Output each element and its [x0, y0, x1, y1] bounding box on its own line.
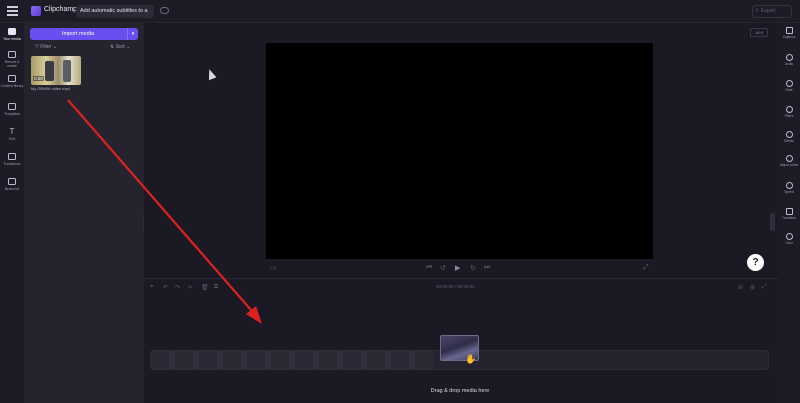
menu-icon[interactable]: [7, 6, 18, 16]
panel-item-filters[interactable]: Filters: [778, 106, 800, 118]
clipchamp-logo-icon: [31, 6, 41, 16]
panel-item-speed[interactable]: Speed: [778, 182, 800, 194]
transitions-icon: [8, 153, 16, 160]
fullscreen-icon[interactable]: ⤢: [643, 264, 649, 272]
filter-button[interactable]: ▽ Filter ⌄: [35, 44, 57, 50]
nav-item-content-library[interactable]: Content library: [0, 75, 24, 88]
clipchamp-editor: Clipchamp Add automatic subtitles to a E…: [0, 0, 800, 403]
grab-hand-icon: ✋: [465, 354, 477, 364]
panel-item-color[interactable]: Color: [778, 233, 800, 245]
skip-back-icon[interactable]: ⏮: [426, 264, 432, 272]
timecode: 00:00.00 / 00:20.00: [436, 284, 475, 289]
brand-kit-icon: [8, 178, 16, 185]
skip-forward-icon[interactable]: ⏭: [484, 264, 490, 272]
panel-item-adjust-colors[interactable]: Adjust colors: [778, 155, 800, 167]
nav-item-your-media[interactable]: Your media: [0, 28, 24, 41]
sort-button[interactable]: ⇅ Sort ⌄: [110, 44, 130, 50]
playback-controls: ▭ ⏮ ↺ ▶ ↻ ⏭ ⤢: [268, 263, 653, 275]
duplicate-icon[interactable]: ⧉: [214, 284, 218, 291]
right-panel-collapse-handle[interactable]: [770, 213, 775, 231]
audio-icon: [785, 54, 793, 61]
cloud-sync-icon: [160, 7, 169, 14]
delete-icon[interactable]: 🗑: [201, 284, 209, 291]
color-icon: [785, 233, 793, 240]
clip-duration: 0:20: [33, 76, 44, 81]
right-property-panel: Captions Audio Fade Filters Effects Adju…: [778, 23, 800, 403]
fit-timeline-icon[interactable]: ⤢: [762, 284, 767, 291]
library-icon: [8, 75, 16, 82]
clip-filename: My GRWM video.mp4: [31, 86, 71, 91]
panel-item-audio[interactable]: Audio: [778, 54, 800, 66]
video-preview[interactable]: [266, 43, 653, 259]
chevron-down-icon[interactable]: ▾: [127, 28, 138, 40]
captions-toggle-icon[interactable]: ▭: [270, 264, 277, 272]
panel-item-transition[interactable]: Transition: [778, 208, 800, 220]
track-placeholder-segment: [151, 351, 433, 369]
templates-icon: [8, 103, 16, 110]
nav-item-record-create[interactable]: Record & create: [0, 51, 24, 68]
effects-icon: [785, 131, 793, 138]
rewind-icon[interactable]: ↺: [440, 264, 446, 272]
nav-item-text[interactable]: T Text: [0, 127, 24, 142]
play-icon[interactable]: ▶: [455, 264, 460, 272]
help-button[interactable]: ?: [747, 254, 764, 271]
zoom-out-icon[interactable]: ⊖: [738, 284, 743, 291]
transition-icon: [785, 208, 793, 215]
nav-item-templates[interactable]: Templates: [0, 103, 24, 116]
forward-icon[interactable]: ↻: [470, 264, 476, 272]
aspect-ratio-button[interactable]: 16:9: [750, 28, 768, 37]
drop-media-hint: Drag & drop media here: [430, 388, 490, 394]
fade-icon: [785, 80, 793, 87]
media-clip-thumbnail[interactable]: 0:20: [31, 56, 81, 85]
project-title-input[interactable]: Add automatic subtitles to a: [76, 5, 154, 18]
left-navigation: Your media Record & create Content libra…: [0, 23, 24, 403]
media-panel: Import media ▾ ▽ Filter ⌄ ⇅ Sort ⌄ 0:20 …: [24, 23, 144, 403]
nav-item-brand-kit[interactable]: Brand kit: [0, 178, 24, 191]
top-bar: Clipchamp Add automatic subtitles to a E…: [0, 0, 800, 23]
split-icon[interactable]: ✂: [188, 284, 193, 291]
panel-item-captions[interactable]: Captions: [778, 27, 800, 39]
captions-icon: [785, 27, 793, 34]
import-media-button[interactable]: Import media ▾: [30, 28, 138, 40]
zoom-in-icon[interactable]: ⊕: [750, 284, 755, 291]
folder-icon: [8, 28, 16, 35]
magic-tool-icon[interactable]: ⌖: [150, 284, 153, 291]
redo-icon[interactable]: ↷: [175, 284, 180, 291]
panel-item-effects[interactable]: Effects: [778, 131, 800, 143]
camera-icon: [8, 51, 16, 58]
panel-item-fade[interactable]: Fade: [778, 80, 800, 92]
speed-icon: [785, 182, 793, 189]
filters-icon: [785, 106, 793, 113]
nav-item-transitions[interactable]: Transitions: [0, 153, 24, 166]
text-icon: T: [9, 127, 15, 136]
brand-name: Clipchamp: [44, 6, 78, 13]
export-button[interactable]: Export: [752, 5, 792, 18]
undo-icon[interactable]: ↶: [163, 284, 168, 291]
adjust-colors-icon: [785, 155, 793, 162]
